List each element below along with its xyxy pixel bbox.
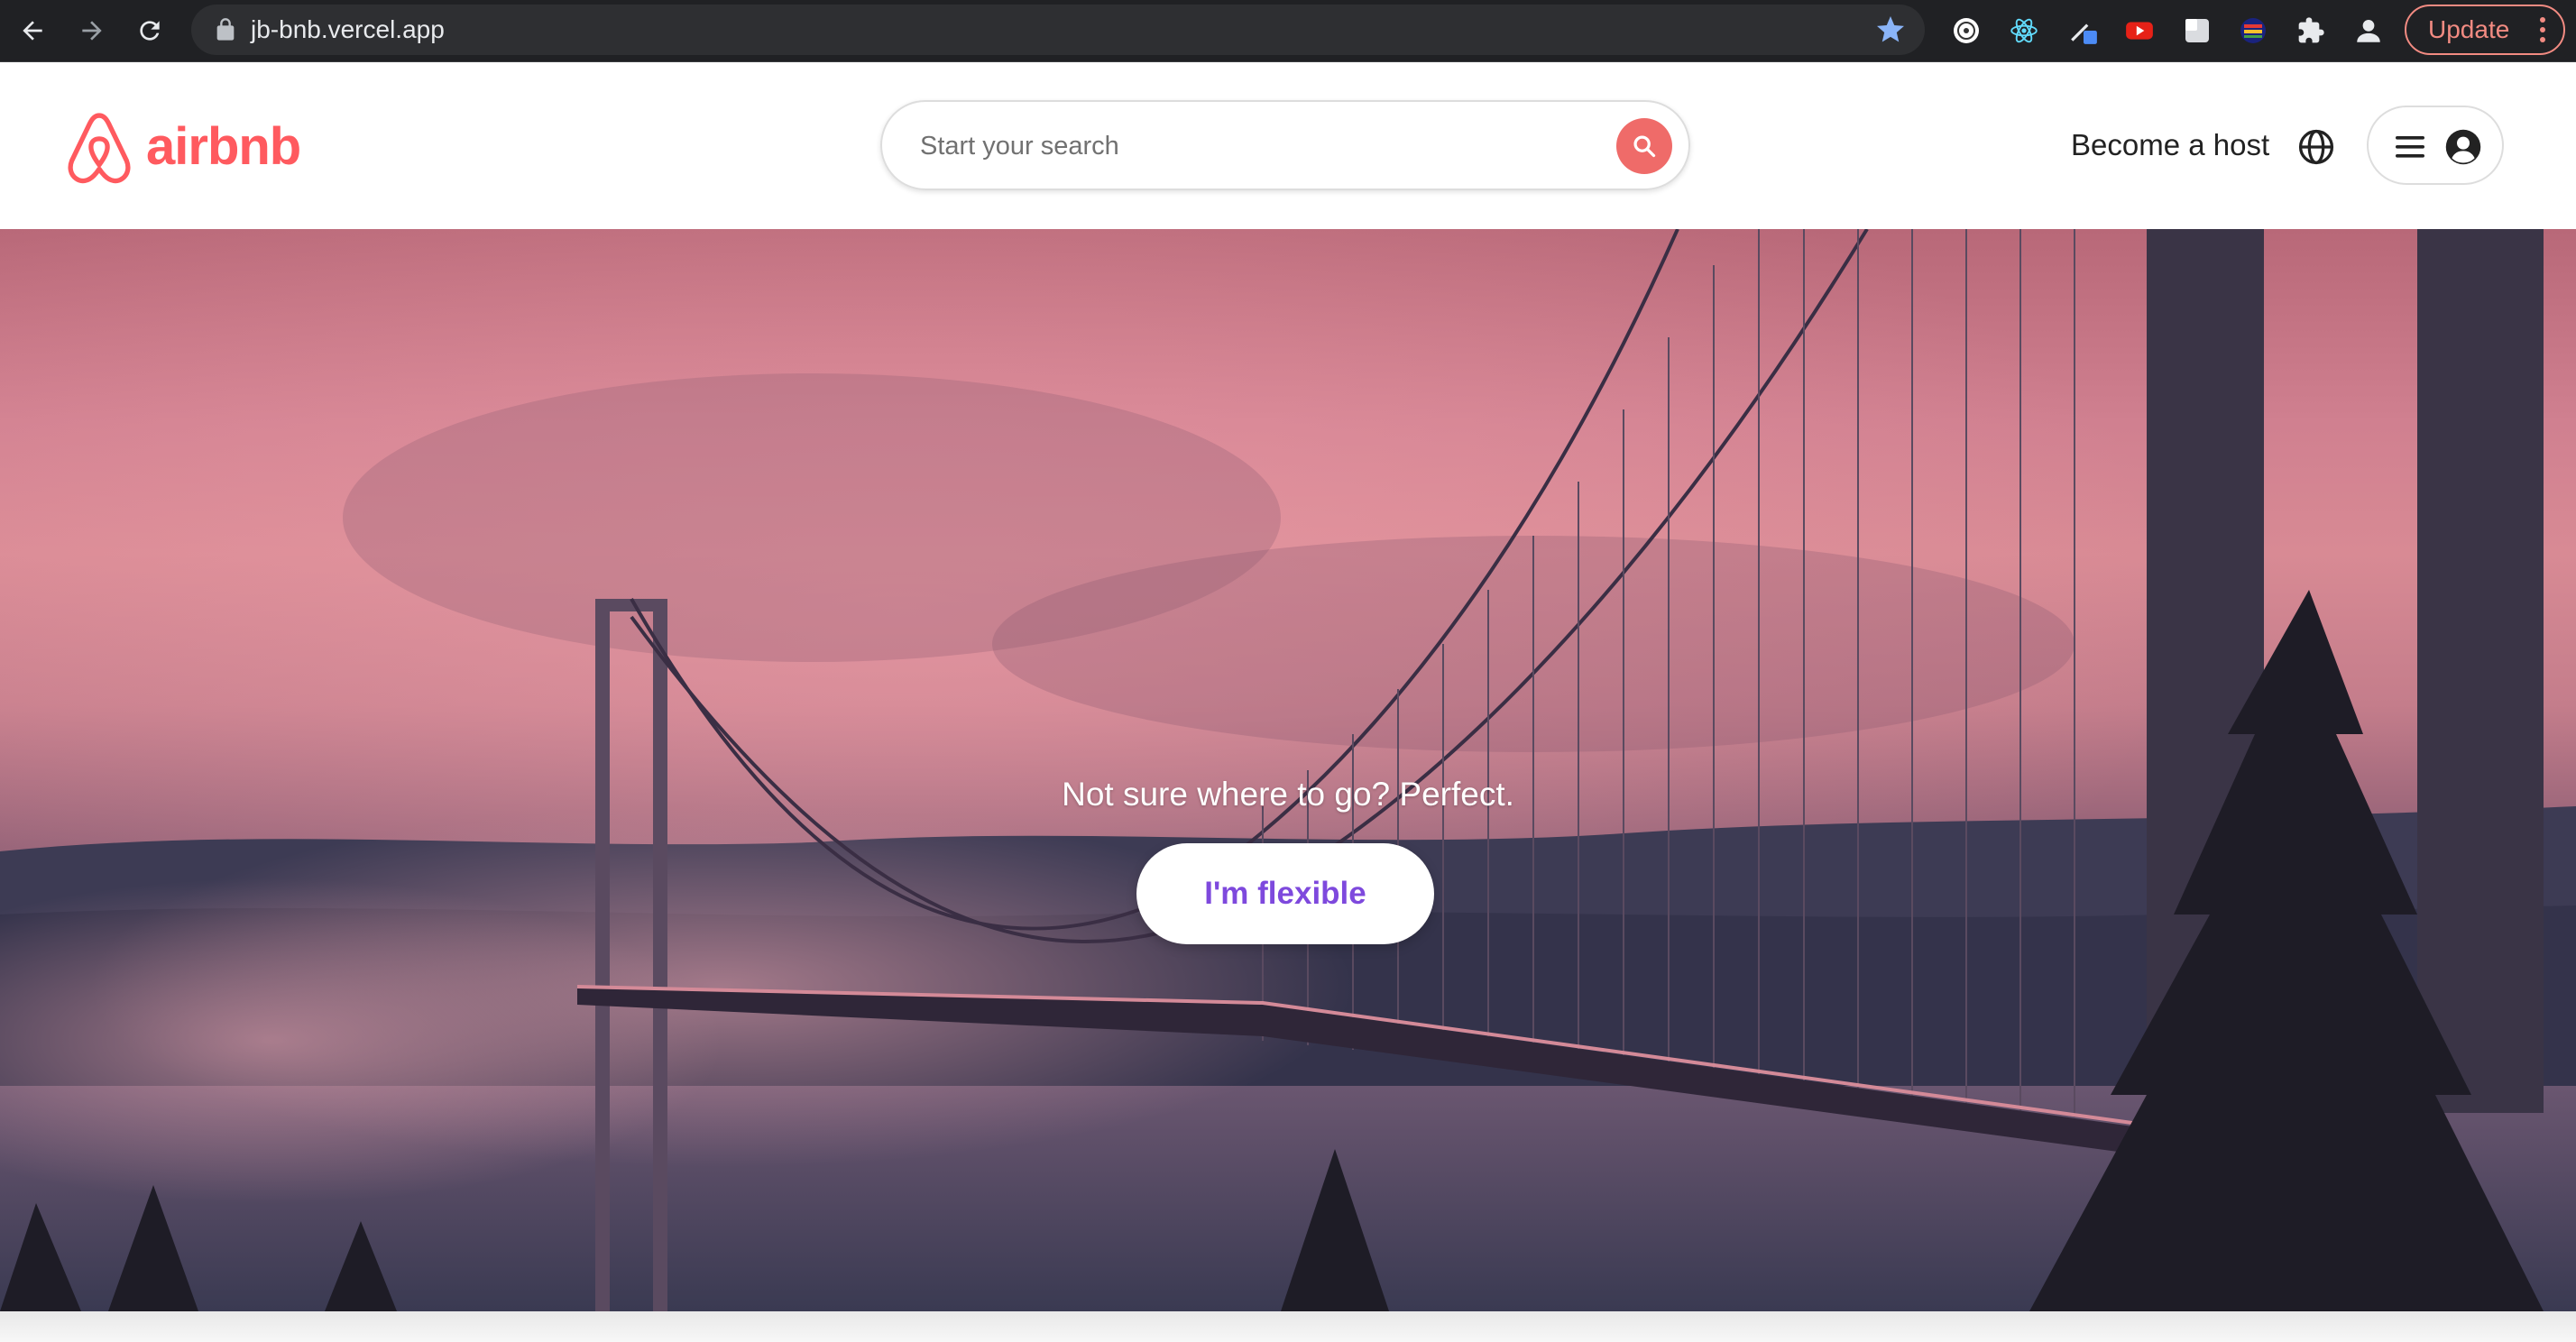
browser-toolbar: jb-bnb.vercel.app Update [0,0,2576,62]
im-flexible-button[interactable]: I'm flexible [1136,843,1434,944]
extension-icon-globe-color[interactable] [2235,13,2271,49]
logo-wordmark: airbnb [146,117,301,176]
airbnb-belo-icon [68,113,131,184]
site-header: airbnb Become a host [0,62,2576,229]
hero-background-image [0,229,2576,1311]
puzzle-icon[interactable] [2293,13,2329,49]
extension-icon-window[interactable] [2179,13,2215,49]
hero-tagline: Not sure where to go? Perfect. [1062,776,1514,813]
extension-icon-1[interactable] [1948,13,1984,49]
youtube-extension-icon[interactable] [2121,13,2157,49]
kebab-menu-icon [2540,17,2545,42]
search-button[interactable] [1616,118,1672,174]
address-url: jb-bnb.vercel.app [251,15,445,43]
become-host-link[interactable]: Become a host [2071,127,2269,163]
hamburger-menu-icon [2396,136,2424,158]
hero-banner: Not sure where to go? Perfect. I'm flexi… [0,229,2576,1311]
profile-icon[interactable] [2351,13,2387,49]
address-bar[interactable]: jb-bnb.vercel.app [191,5,1925,55]
search-bar[interactable] [880,100,1690,190]
browser-update-button[interactable]: Update [2405,5,2565,55]
search-input[interactable] [918,124,1553,169]
react-devtools-icon[interactable] [2006,13,2042,49]
profile-menu-button[interactable] [2367,106,2504,185]
lock-icon [216,18,235,41]
forward-icon[interactable] [70,9,114,52]
page-bottom-edge [0,1311,2576,1342]
globe-icon[interactable] [2296,127,2336,167]
reload-icon[interactable] [128,9,171,52]
back-icon[interactable] [11,9,54,52]
color-picker-icon[interactable] [2065,13,2102,49]
search-icon [1633,135,1656,158]
user-avatar-icon [2445,129,2481,165]
bookmark-star-icon[interactable] [1874,14,1907,46]
airbnb-logo[interactable]: airbnb [65,109,301,185]
update-label: Update [2428,15,2510,43]
